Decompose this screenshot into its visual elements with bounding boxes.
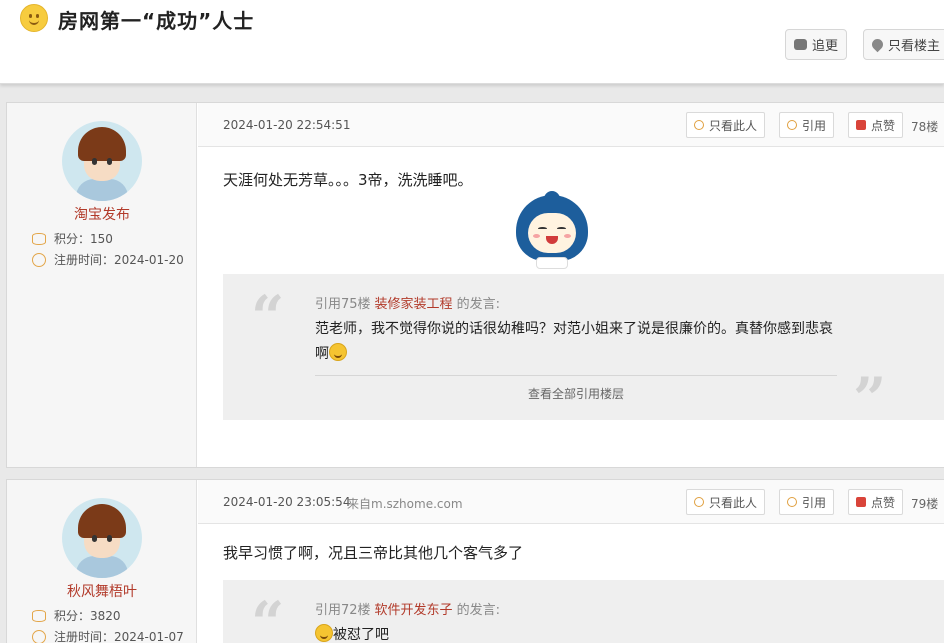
only-this-user-button[interactable]: 只看此人 [686, 112, 766, 138]
like-label: 点赞 [871, 118, 896, 133]
quote-divider [315, 375, 837, 376]
quote-button[interactable]: 引用 [779, 112, 835, 138]
floor-number: 78楼 [911, 120, 939, 134]
post-source: 来自m.szhome.com [347, 497, 463, 511]
post-header: 2024-01-20 23:05:54 来自m.szhome.com 只看此人 … [198, 480, 944, 524]
quote-header: 引用75楼 装修家装工程 的发言: [315, 293, 500, 312]
like-button[interactable]: 点赞 [848, 112, 904, 138]
owner-only-button[interactable]: 只看楼主 [863, 29, 944, 60]
post-time: 2024-01-20 23:05:54 [223, 495, 351, 509]
page-title: 房网第一“成功”人士 [58, 9, 255, 33]
quote-block: “ 引用72楼 软件开发东子 的发言: 被怼了吧 [223, 580, 944, 643]
post-content: 2024-01-20 22:54:51 只看此人 引用 点赞 78楼 天涯何处无… [198, 103, 944, 467]
user-score: 积分：3820 [32, 607, 121, 624]
avatar[interactable] [62, 121, 142, 201]
open-quote-icon: “ [251, 283, 285, 351]
clock-icon [32, 629, 46, 643]
quote-label: 引用 [802, 495, 827, 510]
open-quote-icon: “ [251, 589, 285, 643]
user-icon [694, 120, 704, 130]
clock-icon [32, 252, 46, 267]
floor-number: 79楼 [911, 497, 939, 511]
post-header: 2024-01-20 22:54:51 只看此人 引用 点赞 78楼 [198, 103, 944, 147]
username[interactable]: 淘宝发布 [7, 204, 197, 224]
user-icon [694, 497, 704, 507]
quote-body: 被怼了吧 [315, 623, 845, 643]
quote-suffix: 的发言: [456, 297, 500, 312]
quote-body: 范老师，我不觉得你说的话很幼稚吗？对范小姐来了说是很廉价的。真替你感到悲哀啊 [315, 317, 845, 367]
post-79: 秋风舞梧叶 积分：3820 注册时间：2024-01-07 2024-01-20… [6, 479, 944, 643]
view-all-quotes-link[interactable]: 查看全部引用楼层 [315, 385, 837, 402]
follow-label: 追更 [812, 39, 839, 54]
user-panel: 淘宝发布 积分：150 注册时间：2024-01-20 [7, 103, 197, 467]
username[interactable]: 秋风舞梧叶 [7, 581, 197, 601]
quote-block: “ 引用75楼 装修家装工程 的发言: 范老师，我不觉得你说的话很幼稚吗？对范小姐来… [223, 274, 944, 428]
score-value: 3820 [90, 609, 121, 623]
only-this-label: 只看此人 [709, 495, 758, 510]
reg-label: 注册时间： [54, 253, 115, 267]
quote-floor: 引用75楼 [315, 297, 371, 312]
score-value: 150 [90, 232, 113, 246]
quote-label: 引用 [802, 118, 827, 133]
quote-button[interactable]: 引用 [779, 489, 835, 515]
quote-suffix: 的发言: [456, 603, 500, 618]
drop-icon [869, 36, 886, 53]
smiley-icon [20, 4, 48, 32]
only-this-user-button[interactable]: 只看此人 [686, 489, 766, 515]
coin-icon [32, 609, 46, 622]
like-button[interactable]: 点赞 [848, 489, 904, 515]
mascot-sticker [516, 191, 588, 271]
thinking-emoji-icon [329, 343, 347, 361]
quote-author[interactable]: 软件开发东子 [375, 603, 453, 618]
coin-icon [32, 232, 46, 245]
post-text: 天涯何处无芳草。。。3帝，洗洗睡吧。 [223, 171, 473, 189]
avatar[interactable] [62, 498, 142, 578]
quote-floor: 引用72楼 [315, 603, 371, 618]
user-panel: 秋风舞梧叶 积分：3820 注册时间：2024-01-07 [7, 480, 197, 643]
user-score: 积分：150 [32, 230, 113, 247]
owner-only-label: 只看楼主 [888, 39, 941, 54]
quote-author[interactable]: 装修家装工程 [375, 297, 453, 312]
post-time: 2024-01-20 22:54:51 [223, 118, 351, 132]
post-text: 我早习惯了啊，况且三帝比其他几个客气多了 [223, 544, 524, 562]
only-this-label: 只看此人 [709, 118, 758, 133]
score-label: 积分： [54, 609, 91, 623]
quote-header: 引用72楼 软件开发东子 的发言: [315, 599, 500, 618]
reg-value: 2024-01-07 [114, 630, 184, 643]
post-content: 2024-01-20 23:05:54 来自m.szhome.com 只看此人 … [198, 480, 944, 643]
quote-icon [787, 497, 797, 507]
quote-text: 被怼了吧 [333, 627, 389, 643]
reg-value: 2024-01-20 [114, 253, 184, 267]
user-reg-date: 注册时间：2024-01-07 [32, 628, 184, 643]
comment-icon [794, 39, 807, 50]
quote-icon [787, 120, 797, 130]
reg-label: 注册时间： [54, 630, 115, 643]
grin-emoji-icon [315, 624, 333, 642]
follow-button[interactable]: 追更 [785, 29, 848, 60]
quote-text: 范老师，我不觉得你说的话很幼稚吗？对范小姐来了说是很廉价的。真替你感到悲哀啊 [315, 321, 833, 362]
user-reg-date: 注册时间：2024-01-20 [32, 251, 184, 268]
score-label: 积分： [54, 232, 91, 246]
thumb-up-icon [856, 120, 866, 130]
like-label: 点赞 [871, 495, 896, 510]
top-bar: 房网第一“成功”人士 追更 只看楼主 [0, 0, 944, 84]
thumb-up-icon [856, 497, 866, 507]
post-78: 淘宝发布 积分：150 注册时间：2024-01-20 2024-01-20 2… [6, 102, 944, 468]
close-quote-icon: ” [853, 365, 887, 433]
